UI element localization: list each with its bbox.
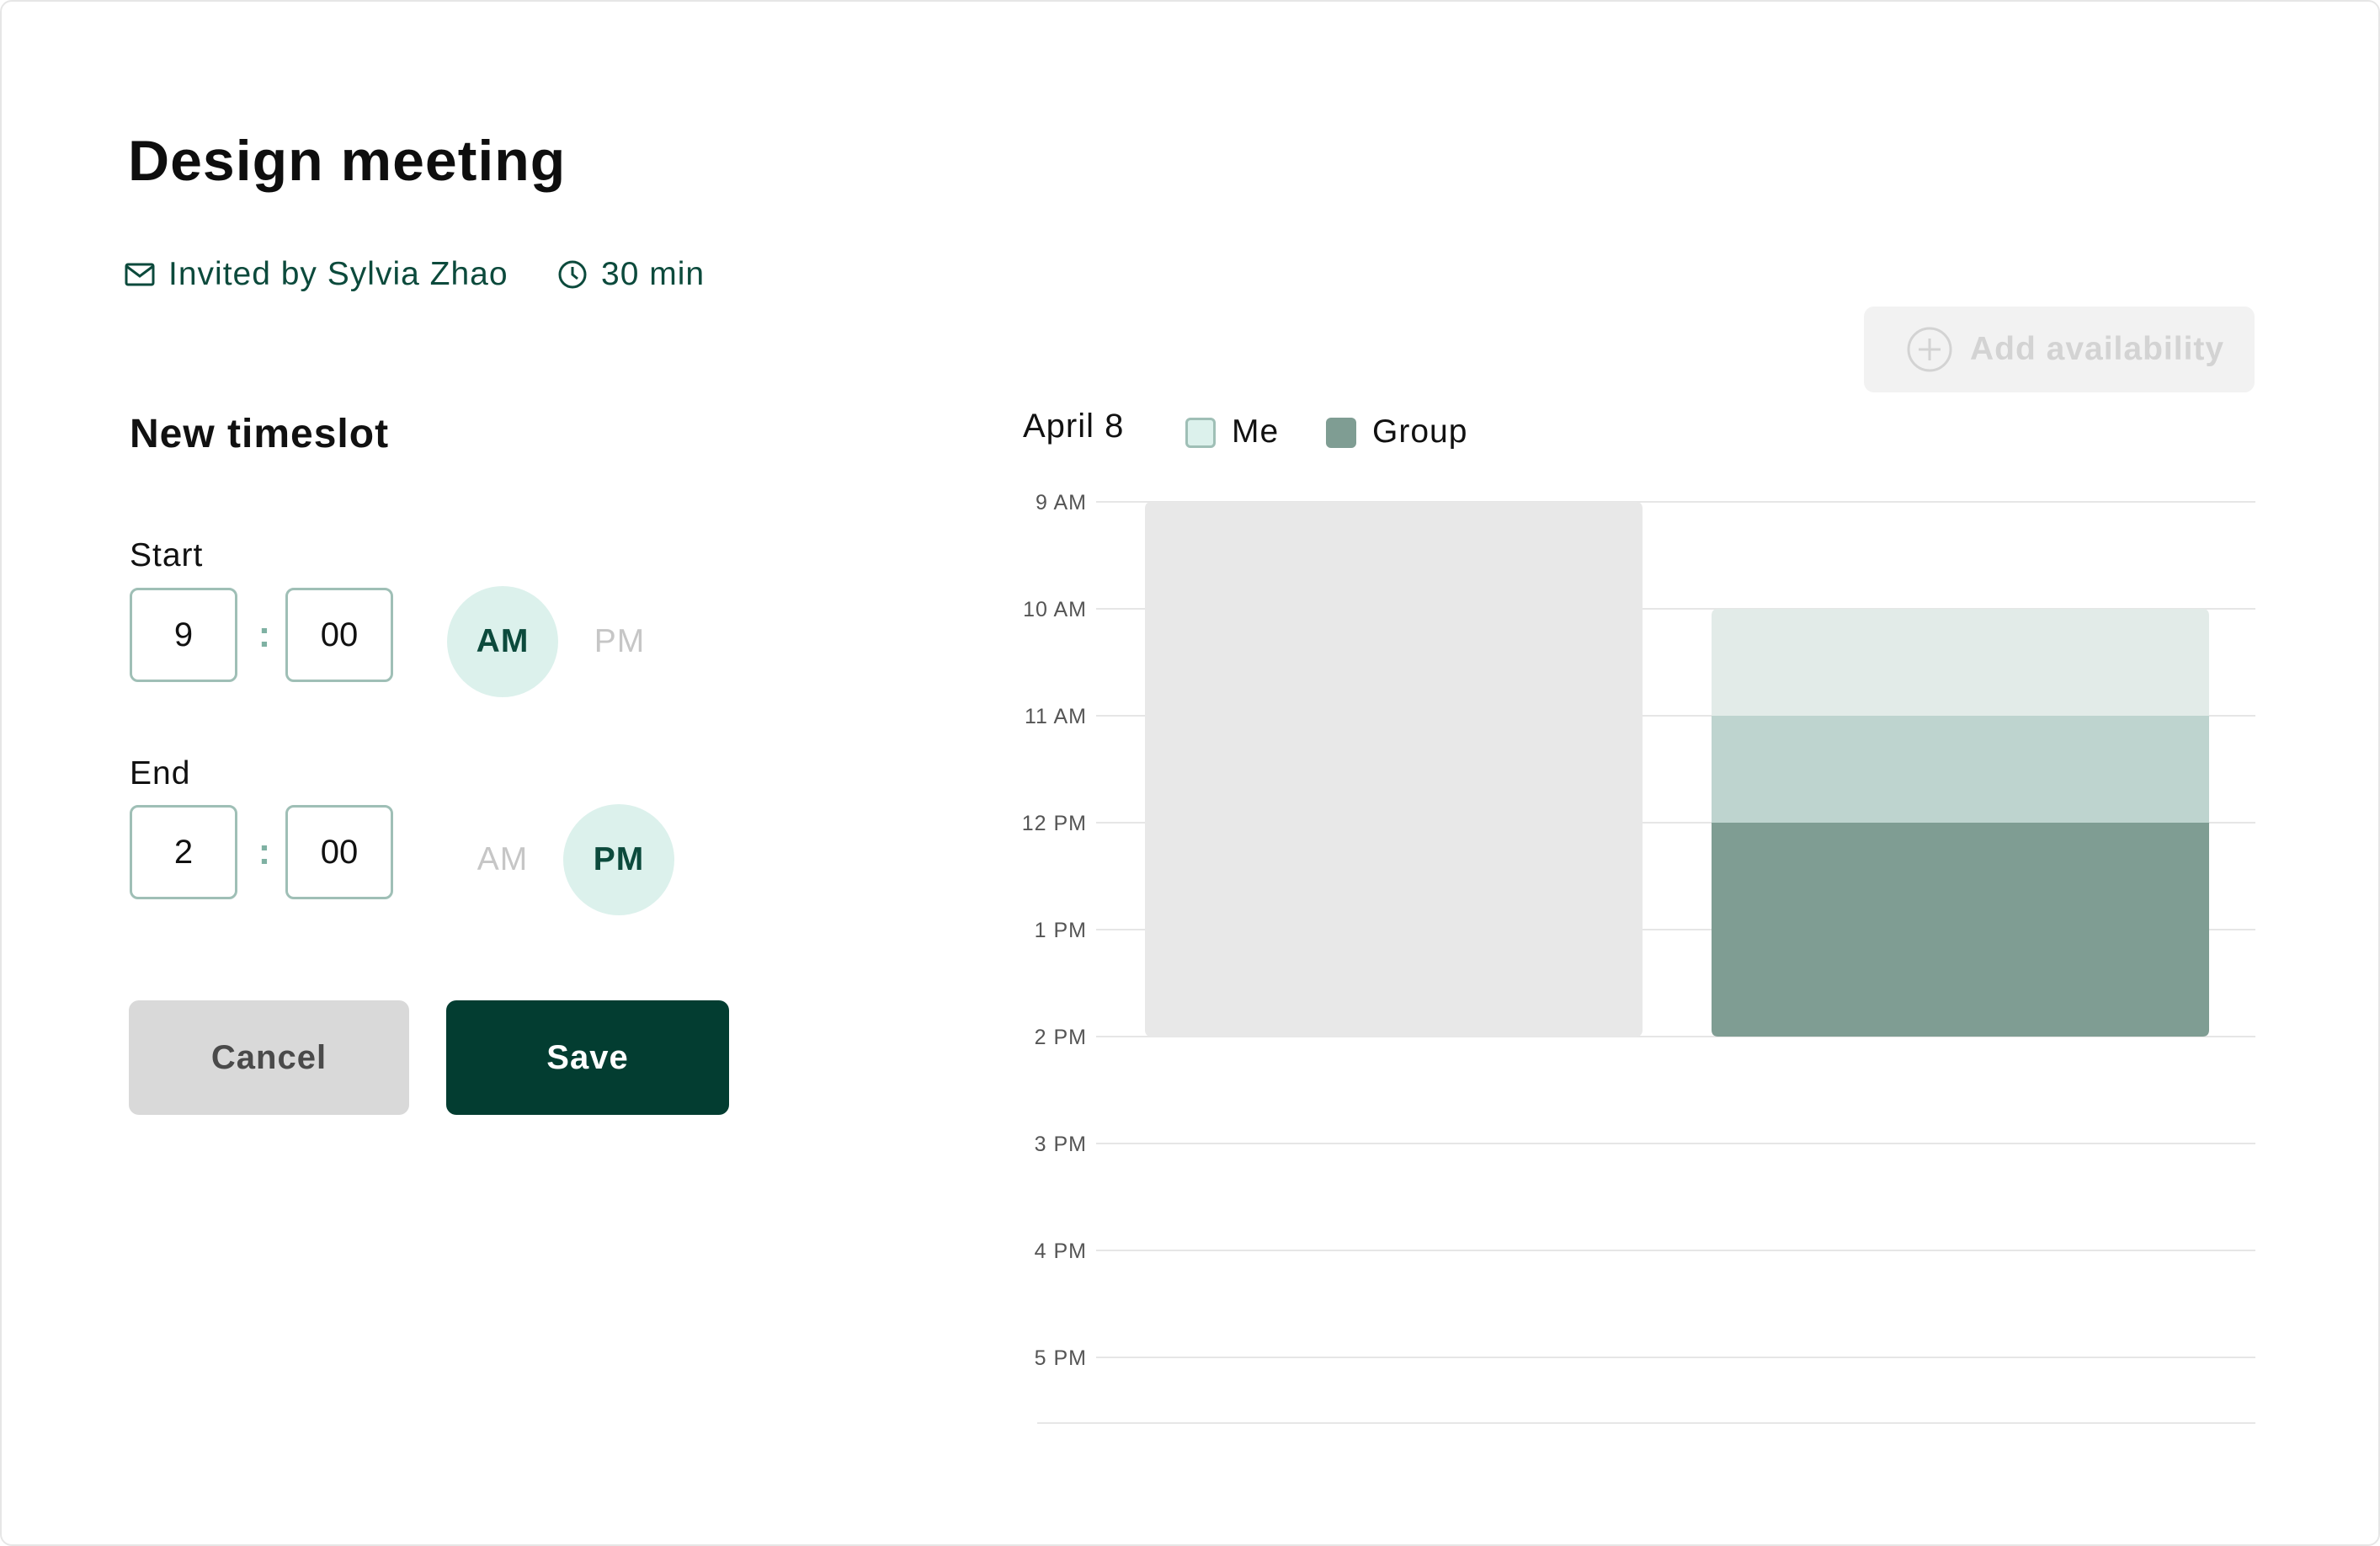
hour-label: 12 PM	[1022, 812, 1087, 835]
availability-block-group	[1712, 716, 2209, 823]
availability-block-group	[1712, 609, 2209, 716]
availability-block-group	[1712, 823, 2209, 1037]
hour-label: 9 AM	[1036, 491, 1087, 514]
hour-label: 3 PM	[1035, 1133, 1087, 1156]
hour-label: 1 PM	[1035, 919, 1087, 942]
hour-label: 4 PM	[1035, 1239, 1087, 1263]
hour-label: 2 PM	[1035, 1026, 1087, 1049]
app-window: Design meeting Invited by Sylvia Zhao 30…	[0, 0, 2380, 1546]
schedule-chart: 9 AM 10 AM 11 AM 12 PM 1 PM 2 PM 3 PM 4 PM 5 PM	[1022, 491, 2255, 1424]
hour-label: 5 PM	[1035, 1346, 1087, 1370]
availability-block-me	[1145, 502, 1643, 1037]
hour-label: 11 AM	[1025, 705, 1087, 728]
hour-label: 10 AM	[1023, 598, 1087, 621]
